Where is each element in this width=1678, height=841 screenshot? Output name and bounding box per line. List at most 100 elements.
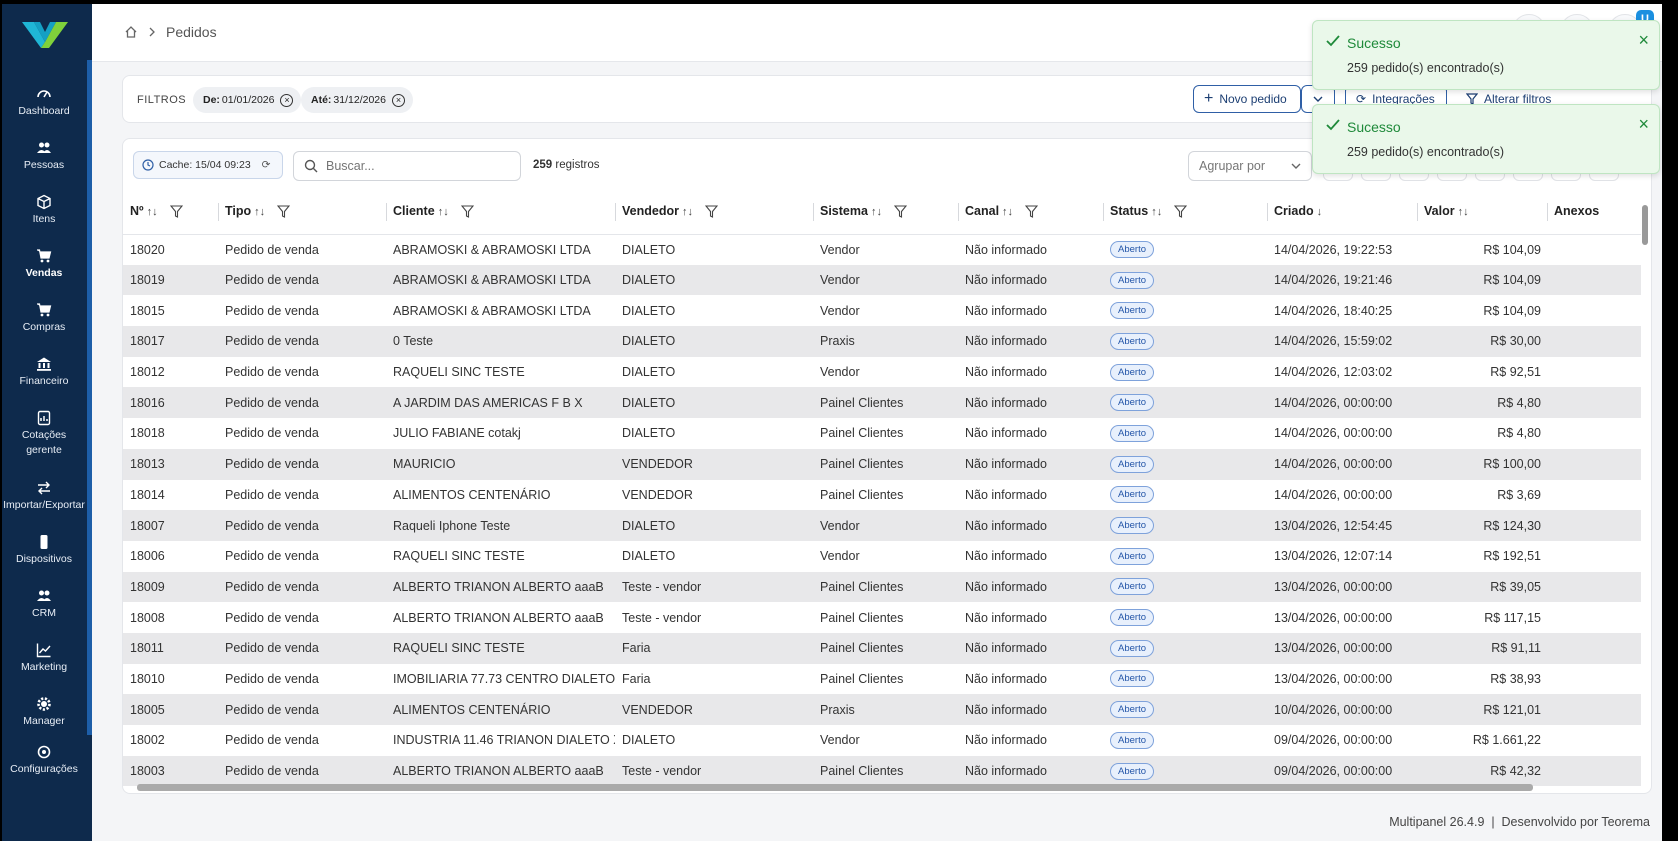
table-row[interactable]: 18014 Pedido de venda ALIMENTOS CENTENÁRIO… [123,480,1641,511]
sidebar-item-compras[interactable]: Compras [2,302,86,356]
table-cell [1547,632,1641,664]
table-cell: DIALETO [622,733,676,748]
table-cell: R$ 1.661,22 [1472,733,1541,748]
sort-icon[interactable]: ↑↓ [438,206,449,218]
sort-icon[interactable]: ↑↓ [1002,206,1013,218]
column-header-4[interactable]: Vendedor ↑↓ [615,189,813,235]
sidebar: Dashboard Pessoas Itens Vendas Compras Financ… [2,4,92,841]
sort-icon[interactable]: ↑↓ [1151,206,1162,218]
table-cell: ALBERTO TRIANON ALBERTO aaaB [393,610,604,625]
table-cell: VENDEDOR [615,694,813,725]
remove-chip-icon[interactable]: × [280,93,294,107]
sidebar-item-financeiro[interactable]: Financeiro [2,356,86,410]
column-header-label: Canal [965,204,1000,219]
table-cell: Painel Clientes [813,632,958,664]
column-header-3[interactable]: Cliente ↑↓ [386,189,615,235]
records-count: 259 registros [533,159,600,171]
table-row[interactable]: 18013 Pedido de venda MAURICIO VENDEDOR Pain… [123,448,1641,480]
table-cell: Vendor [813,510,958,541]
sidebar-item-configuracoes[interactable]: Configurações [2,744,86,798]
table-cell: 18015 [130,303,165,318]
column-header-8[interactable]: Criado ↓ [1267,189,1417,235]
sidebar-item-crm[interactable]: CRM [2,588,86,642]
column-header-10[interactable]: Anexos [1547,189,1641,235]
table-row[interactable]: 18016 Pedido de venda A JARDIM DAS AMERICA… [123,387,1641,419]
sidebar-item-cota-es-gerente[interactable]: Cotações gerente [2,410,86,480]
logo-icon[interactable] [20,18,70,52]
sidebar-item-dashboard[interactable]: Dashboard [2,86,86,140]
table-cell: 18007 [123,510,218,541]
table-row[interactable]: 18015 Pedido de venda ABRAMOSKI & ABRAMOSK… [123,295,1641,326]
new-order-button[interactable]: + Novo pedido [1193,85,1301,113]
cache-button[interactable]: Cache: 15/04 09:23 ⟳ [133,151,283,179]
filter-icon[interactable] [893,205,907,219]
sort-icon[interactable]: ↑↓ [871,206,882,218]
column-header-5[interactable]: Sistema ↑↓ [813,189,958,235]
filter-icon[interactable] [704,205,718,219]
sort-icon[interactable]: ↑↓ [682,206,693,218]
group-by-select[interactable]: Agrupar por [1188,151,1312,181]
table-row[interactable]: 18008 Pedido de venda ALBERTO TRIANON ALBE… [123,602,1641,633]
sort-icon[interactable]: ↓ [1317,206,1323,218]
filter-chip-end-date[interactable]: Até: 31/12/2026 × [301,87,413,113]
column-header-7[interactable]: Status ↑↓ [1103,189,1267,235]
column-header-6[interactable]: Canal ↑↓ [958,189,1103,235]
table-cell: Vendor [820,733,860,748]
sidebar-edge [87,60,92,735]
table-row[interactable]: 18018 Pedido de venda JULIO FABIANE cotakj… [123,418,1641,449]
table-row[interactable]: 18006 Pedido de venda RAQUELI SINC TESTE DI… [123,541,1641,572]
sidebar-item-label: CRM [32,607,56,619]
table-cell: R$ 192,51 [1483,549,1541,564]
home-icon[interactable] [124,25,138,39]
search-input[interactable] [326,159,506,173]
table-cell: 10/04/2026, 00:00:00 [1267,694,1417,725]
remove-chip-icon[interactable]: × [391,93,405,107]
table-row[interactable]: 18019 Pedido de venda ABRAMOSKI & ABRAMOSK… [123,264,1641,296]
column-header-2[interactable]: Tipo ↑↓ [218,189,386,235]
table-body: 18020 Pedido de venda ABRAMOSKI & ABRAMOSK… [123,234,1641,787]
table-cell: Não informado [965,426,1047,441]
table-cell: Não informado [965,610,1047,625]
table-row[interactable]: 18002 Pedido de venda INDUSTRIA 11.46 TRIA… [123,725,1641,756]
search-box [293,151,521,181]
table-row[interactable]: 18005 Pedido de venda ALIMENTOS CENTENÁRIO… [123,694,1641,725]
table-cell: DIALETO [622,365,676,380]
sort-icon[interactable]: ↑↓ [254,206,265,218]
sidebar-item-importar-exportar[interactable]: Importar/Exportar [2,480,86,534]
table-cell: Não informado [965,733,1047,748]
table-cell: Aberto [1103,264,1267,296]
column-header-1[interactable]: Nº ↑↓ [123,189,218,235]
table-cell: ABRAMOSKI & ABRAMOSKI LTDA [393,242,591,257]
table-row[interactable]: 18007 Pedido de venda Raqueli Iphone Teste… [123,510,1641,541]
close-icon[interactable]: × [1638,114,1649,135]
scroll-thumb[interactable] [137,784,1533,791]
table-row[interactable]: 18010 Pedido de venda IMOBILIARIA 77.73 CE… [123,664,1641,695]
column-header-9[interactable]: Valor ↑↓ [1417,189,1547,235]
filter-icon[interactable] [1025,205,1039,219]
horizontal-scrollbar[interactable] [123,781,1651,793]
close-icon[interactable]: × [1638,30,1649,51]
table-row[interactable]: 18020 Pedido de venda ABRAMOSKI & ABRAMOSK… [123,234,1641,265]
filter-icon[interactable] [277,205,291,219]
sidebar-item-pessoas[interactable]: Pessoas [2,140,86,194]
table-row[interactable]: 18011 Pedido de venda RAQUELI SINC TESTE Fa… [123,632,1641,664]
sidebar-item-itens[interactable]: Itens [2,194,86,248]
filter-chip-start-date[interactable]: De: 01/01/2026 × [193,87,302,113]
status-badge: Aberto [1110,701,1154,719]
sidebar-item-dispositivos[interactable]: Dispositivos [2,534,86,588]
sidebar-item-label: Manager [23,715,65,727]
sort-icon[interactable]: ↑↓ [1458,206,1469,218]
table-row[interactable]: 18017 Pedido de venda 0 Teste DIALETO Praxis… [123,326,1641,357]
table-row[interactable]: 18009 Pedido de venda ALBERTO TRIANON ALBE… [123,571,1641,603]
filter-icon[interactable] [460,205,474,219]
sidebar-item-manager[interactable]: Manager [2,696,86,750]
sort-icon[interactable]: ↑↓ [147,206,158,218]
sidebar-item-marketing[interactable]: Marketing [2,642,86,696]
table-cell: ABRAMOSKI & ABRAMOSKI LTDA [393,303,591,318]
sidebar-item-vendas[interactable]: Vendas [2,248,86,302]
scroll-thumb[interactable] [1642,205,1648,245]
filter-icon[interactable] [1174,205,1188,219]
vertical-scrollbar[interactable] [1639,189,1651,784]
table-row[interactable]: 18012 Pedido de venda RAQUELI SINC TESTE DI… [123,357,1641,388]
filter-icon[interactable] [169,205,183,219]
